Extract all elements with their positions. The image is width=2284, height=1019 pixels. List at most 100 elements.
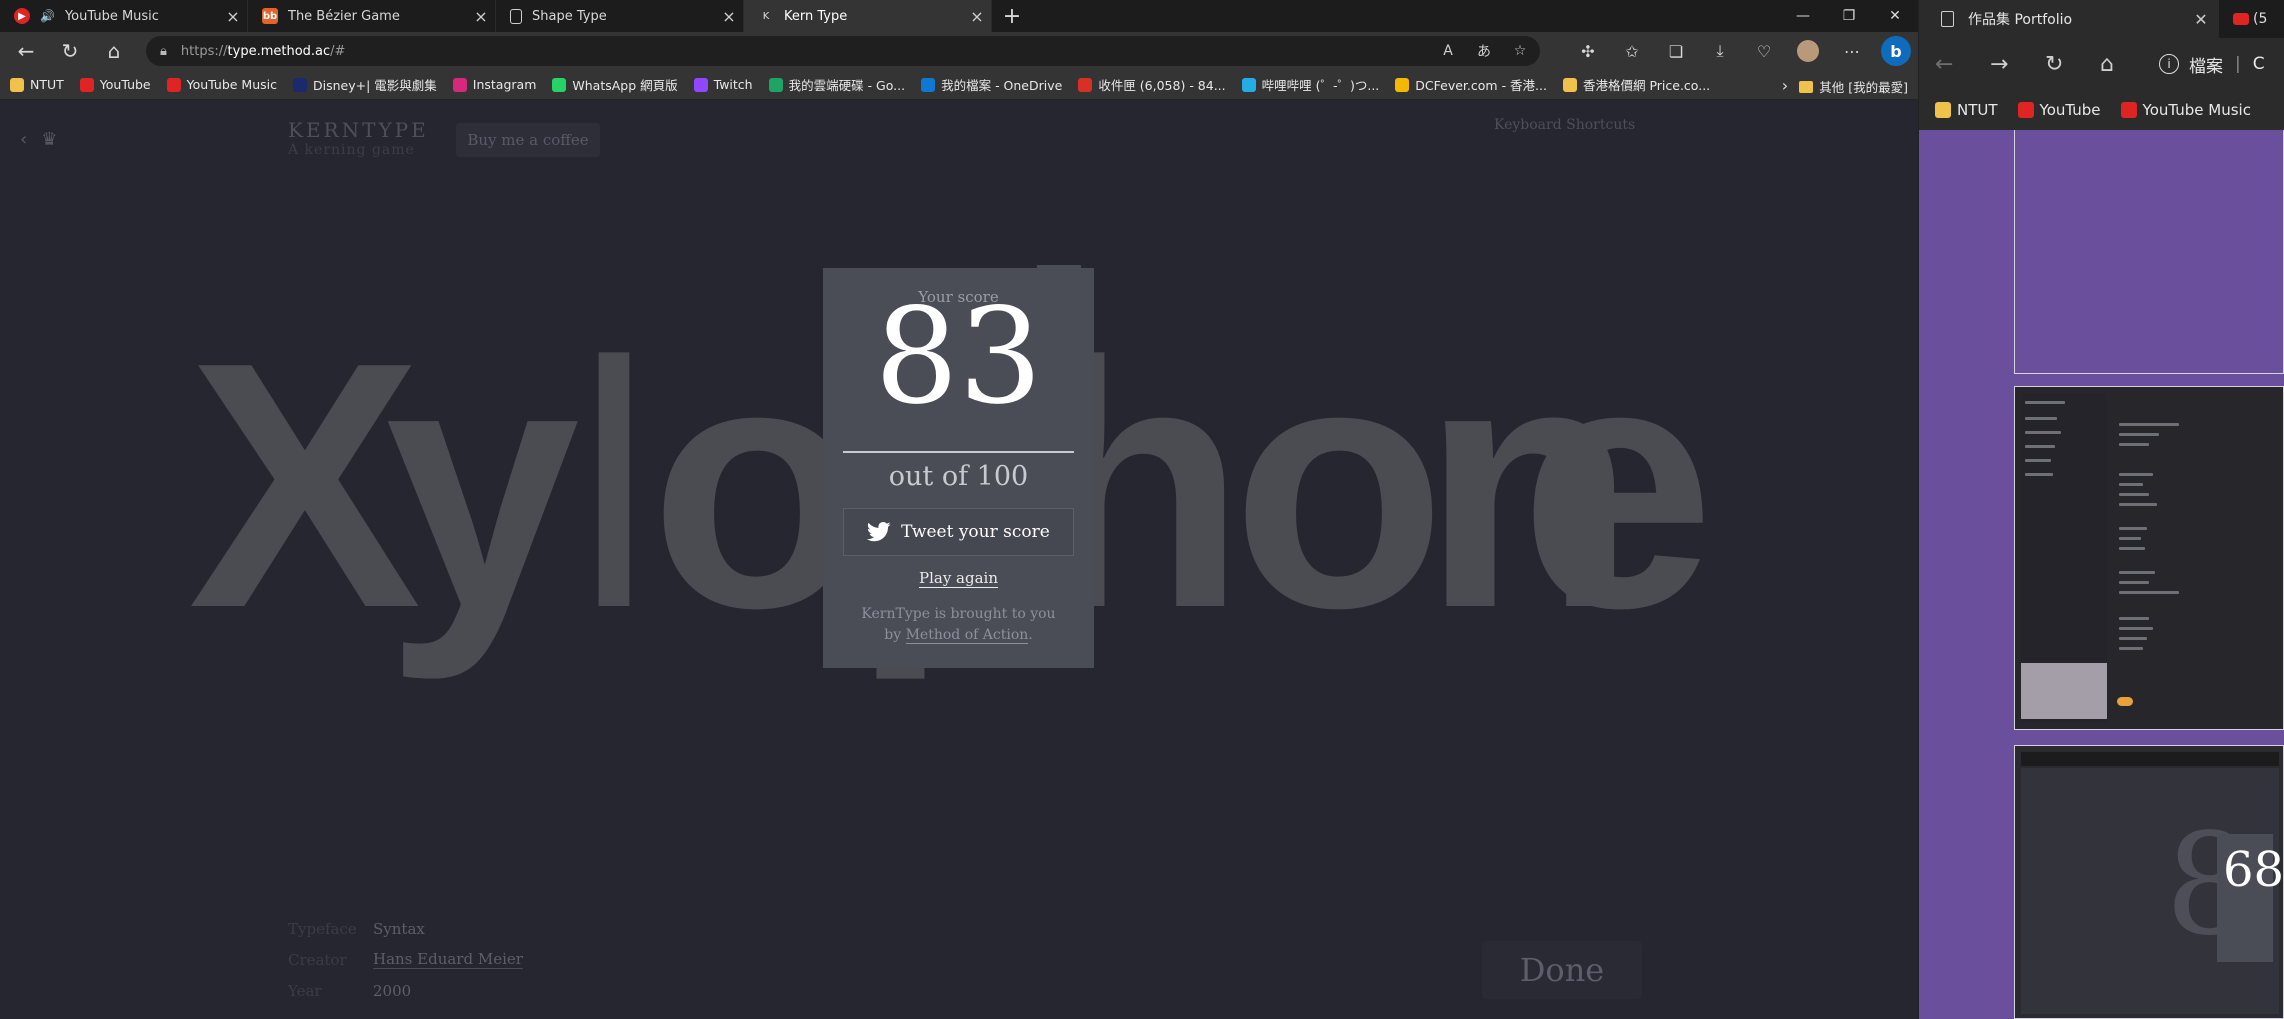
kern-type-favicon-icon: K xyxy=(762,10,770,22)
done-button[interactable]: Done xyxy=(1482,941,1642,999)
year-label: Year xyxy=(288,981,322,1000)
letter-glyph[interactable]: e xyxy=(1520,311,1715,661)
bookmark-item[interactable]: NTUT xyxy=(10,77,64,92)
bookmark-item[interactable]: Twitch xyxy=(693,77,753,92)
bookmark-item[interactable]: 我的雲端硬碟 - Go... xyxy=(768,75,906,94)
more-bookmarks-chevron-icon[interactable]: › xyxy=(1770,70,1800,100)
bookmark-item[interactable]: 我的檔案 - OneDrive xyxy=(921,75,1062,94)
download-icon[interactable]: ⤓ xyxy=(1698,32,1742,70)
bookmark-item[interactable]: YouTube Music xyxy=(2120,101,2251,119)
lock-icon[interactable]: 🔒︎ xyxy=(160,44,167,59)
refresh-icon[interactable]: ↻ xyxy=(48,32,92,70)
close-icon[interactable]: × xyxy=(219,7,247,26)
restore-icon[interactable]: ❐ xyxy=(1826,0,1872,32)
close-window-icon[interactable]: ✕ xyxy=(1872,0,1918,32)
page-favicon-icon xyxy=(1941,11,1954,27)
bookmark-label: YouTube xyxy=(2039,101,2101,119)
bookmark-label: NTUT xyxy=(30,77,64,92)
other-favorites-label: 其他 [我的最愛] xyxy=(1819,80,1908,95)
tab-title: The Bézier Game xyxy=(288,8,400,24)
tab-youtube-music[interactable]: ▶ 🔊 YouTube Music × xyxy=(0,0,248,32)
profile-avatar[interactable] xyxy=(1797,40,1819,62)
bookmark-label: DCFever.com - 香港... xyxy=(1415,78,1547,93)
tweet-score-button[interactable]: Tweet your score xyxy=(843,508,1074,556)
url-scheme: https:// xyxy=(180,43,228,59)
new-tab-button[interactable]: + xyxy=(992,0,1032,32)
forward-icon[interactable]: → xyxy=(1990,52,2045,77)
bookmark-item[interactable]: NTUT xyxy=(1935,101,1998,119)
bookmark-item[interactable]: 香港格價網 Price.co... xyxy=(1562,75,1710,94)
tab-strip: ▶ 🔊 YouTube Music × bb The Bézier Game ×… xyxy=(0,0,1918,32)
read-aloud-icon[interactable]: A xyxy=(1430,43,1466,59)
bookmark-item[interactable]: WhatsApp 網頁版 xyxy=(552,75,678,94)
refresh-icon[interactable]: ↻ xyxy=(2045,52,2100,77)
tab-shape-type[interactable]: Shape Type × xyxy=(496,0,744,32)
address-trailing: C xyxy=(2252,54,2265,74)
right-address-bar[interactable]: i 檔案 | C xyxy=(2159,52,2265,77)
tab-title: Shape Type xyxy=(532,8,607,24)
bookmark-favicon-icon xyxy=(693,77,708,92)
close-icon[interactable]: × xyxy=(963,7,991,26)
translate-icon[interactable]: あ xyxy=(1466,41,1502,61)
tweet-button-label: Tweet your score xyxy=(901,522,1050,542)
right-tab-strip: 作品集 Portfolio ✕ (5 xyxy=(1919,0,2284,38)
year-value: 2000 xyxy=(373,981,412,1000)
letter-glyph[interactable]: l xyxy=(575,311,653,661)
youtube-favicon-icon xyxy=(2233,13,2249,25)
other-favorites-folder[interactable]: 其他 [我的最愛] xyxy=(1799,77,1908,96)
tab-youtube-partial[interactable]: (5 xyxy=(2219,11,2267,27)
speaker-icon[interactable]: 🔊 xyxy=(40,9,55,23)
bing-copilot-icon[interactable]: b xyxy=(1881,36,1911,66)
close-icon[interactable]: × xyxy=(715,7,743,26)
portfolio-thumbnail-1[interactable] xyxy=(2014,130,2284,374)
back-icon[interactable]: ← xyxy=(1935,52,1990,77)
bookmark-item[interactable]: Instagram xyxy=(452,77,536,92)
close-icon[interactable]: × xyxy=(467,7,495,26)
creator-link[interactable]: Hans Eduard Meier xyxy=(373,950,523,969)
bookmark-favicon-icon xyxy=(10,77,24,92)
bookmark-favicon-icon xyxy=(293,77,307,92)
info-icon[interactable]: i xyxy=(2159,54,2179,74)
bookmark-item[interactable]: Disney+| 電影與劇集 xyxy=(293,75,437,94)
score-divider xyxy=(843,451,1074,453)
method-of-action-link[interactable]: Method of Action xyxy=(905,627,1029,644)
thumbnail-image xyxy=(2021,663,2107,719)
minimize-icon[interactable]: — xyxy=(1780,0,1826,32)
bookmark-item[interactable]: YouTube xyxy=(2017,101,2101,119)
close-icon[interactable]: ✕ xyxy=(2183,10,2219,29)
collections-icon[interactable]: ❏ xyxy=(1654,32,1698,70)
bookmark-item[interactable]: 收件匣 (6,058) - 84... xyxy=(1078,75,1226,94)
home-icon[interactable]: ⌂ xyxy=(92,32,136,70)
add-favorite-icon[interactable]: ☆ xyxy=(1502,43,1538,59)
score-value: 83 xyxy=(874,280,1043,434)
bookmark-favicon-icon xyxy=(1241,77,1256,92)
bookmark-favicon-icon xyxy=(79,77,94,92)
credit-suffix: . xyxy=(1028,627,1033,643)
bookmark-item[interactable]: 哔哩哔哩 (゜-゜)つ... xyxy=(1241,75,1379,94)
tab-title: (5 xyxy=(2253,11,2268,27)
letter-glyph[interactable]: o xyxy=(1232,311,1446,661)
back-icon[interactable]: ← xyxy=(4,32,48,70)
bookmark-favicon-icon xyxy=(166,77,181,92)
bookmark-label: NTUT xyxy=(1957,101,1998,119)
bookmark-item[interactable]: YouTube xyxy=(79,77,151,92)
url-host: type.method.ac xyxy=(227,43,331,59)
favorites-icon[interactable]: ✩ xyxy=(1610,32,1654,70)
portfolio-thumbnail-3[interactable]: 8 68 xyxy=(2014,745,2284,1019)
bookmark-item[interactable]: YouTube Music xyxy=(166,77,277,92)
bookmark-item[interactable]: DCFever.com - 香港... xyxy=(1395,75,1547,94)
tab-bezier-game[interactable]: bb The Bézier Game × xyxy=(248,0,496,32)
tab-kern-type[interactable]: K Kern Type × xyxy=(744,0,992,32)
letter-glyph[interactable]: y xyxy=(385,311,580,661)
portfolio-thumbnail-2[interactable] xyxy=(2014,386,2284,730)
home-icon[interactable]: ⌂ xyxy=(2100,52,2155,77)
play-again-link[interactable]: Play again xyxy=(918,569,999,588)
address-bar[interactable]: 🔒︎ https://type.method.ac/# xyxy=(146,36,1540,66)
bookmark-label: 我的雲端硬碟 - Go... xyxy=(788,78,906,93)
browser-essentials-icon[interactable]: ♡ xyxy=(1742,32,1786,70)
tab-portfolio[interactable]: 作品集 Portfolio ✕ xyxy=(1919,0,2219,38)
more-menu-icon[interactable]: ⋯ xyxy=(1830,32,1874,70)
toggle-icon xyxy=(2117,697,2133,706)
score-out-of: out of 100 xyxy=(888,461,1029,492)
extensions-icon[interactable]: ✣ xyxy=(1566,32,1610,70)
